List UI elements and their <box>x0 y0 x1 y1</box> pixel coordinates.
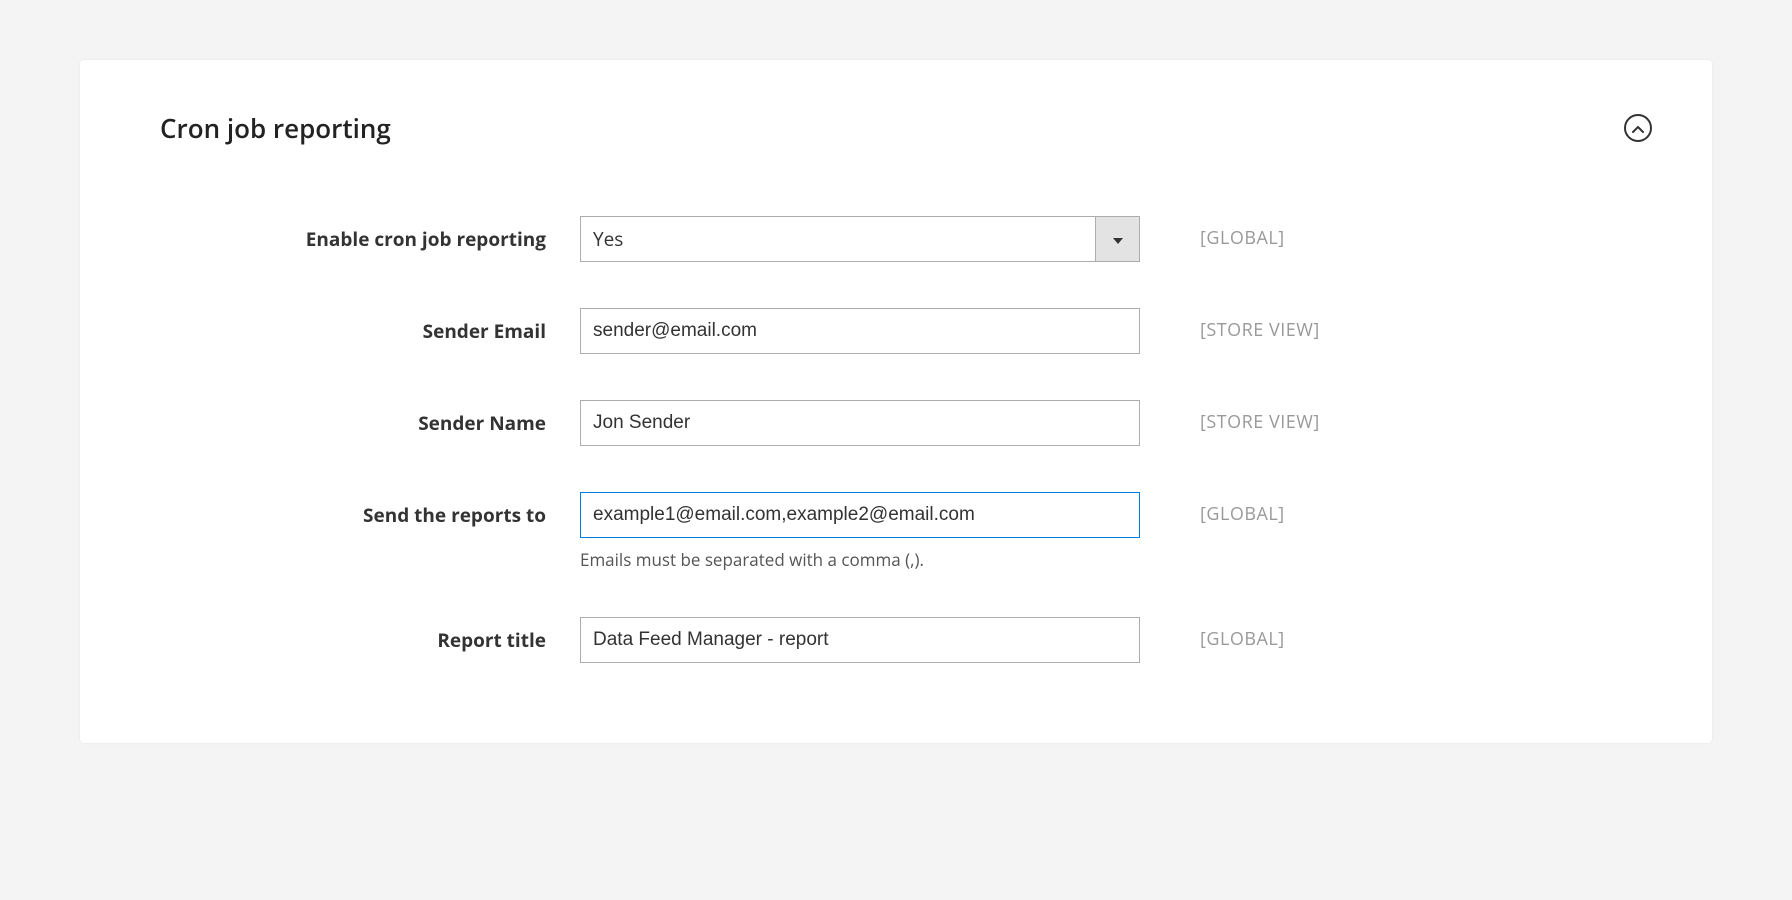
enable-reporting-select[interactable]: Yes <box>580 216 1140 262</box>
scope-sender-name: [STORE VIEW] <box>1140 400 1320 434</box>
collapse-toggle[interactable] <box>1624 114 1652 142</box>
label-enable-reporting: Enable cron job reporting <box>160 216 580 252</box>
chevron-up-icon <box>1632 117 1644 139</box>
label-sender-name: Sender Name <box>160 400 580 436</box>
panel-header: Cron job reporting <box>160 110 1652 146</box>
row-enable-reporting: Enable cron job reporting Yes [GLOBAL] <box>160 216 1652 262</box>
report-title-input[interactable] <box>580 617 1140 663</box>
row-sender-name: Sender Name [STORE VIEW] <box>160 400 1652 446</box>
sender-name-input[interactable] <box>580 400 1140 446</box>
scope-enable-reporting: [GLOBAL] <box>1140 216 1285 250</box>
row-sender-email: Sender Email [STORE VIEW] <box>160 308 1652 354</box>
label-reports-to: Send the reports to <box>160 492 580 528</box>
reports-to-input[interactable] <box>580 492 1140 538</box>
row-report-title: Report title [GLOBAL] <box>160 617 1652 663</box>
scope-sender-email: [STORE VIEW] <box>1140 308 1320 342</box>
sender-email-input[interactable] <box>580 308 1140 354</box>
label-sender-email: Sender Email <box>160 308 580 344</box>
cron-job-reporting-panel: Cron job reporting Enable cron job repor… <box>80 60 1712 743</box>
scope-report-title: [GLOBAL] <box>1140 617 1285 651</box>
reports-to-help: Emails must be separated with a comma (,… <box>580 548 1140 571</box>
select-dropdown-button[interactable] <box>1095 217 1139 261</box>
enable-reporting-value: Yes <box>581 217 1095 261</box>
section-title: Cron job reporting <box>160 110 391 146</box>
scope-reports-to: [GLOBAL] <box>1140 492 1285 526</box>
label-report-title: Report title <box>160 617 580 653</box>
row-reports-to: Send the reports to Emails must be separ… <box>160 492 1652 571</box>
caret-down-icon <box>1112 228 1124 250</box>
